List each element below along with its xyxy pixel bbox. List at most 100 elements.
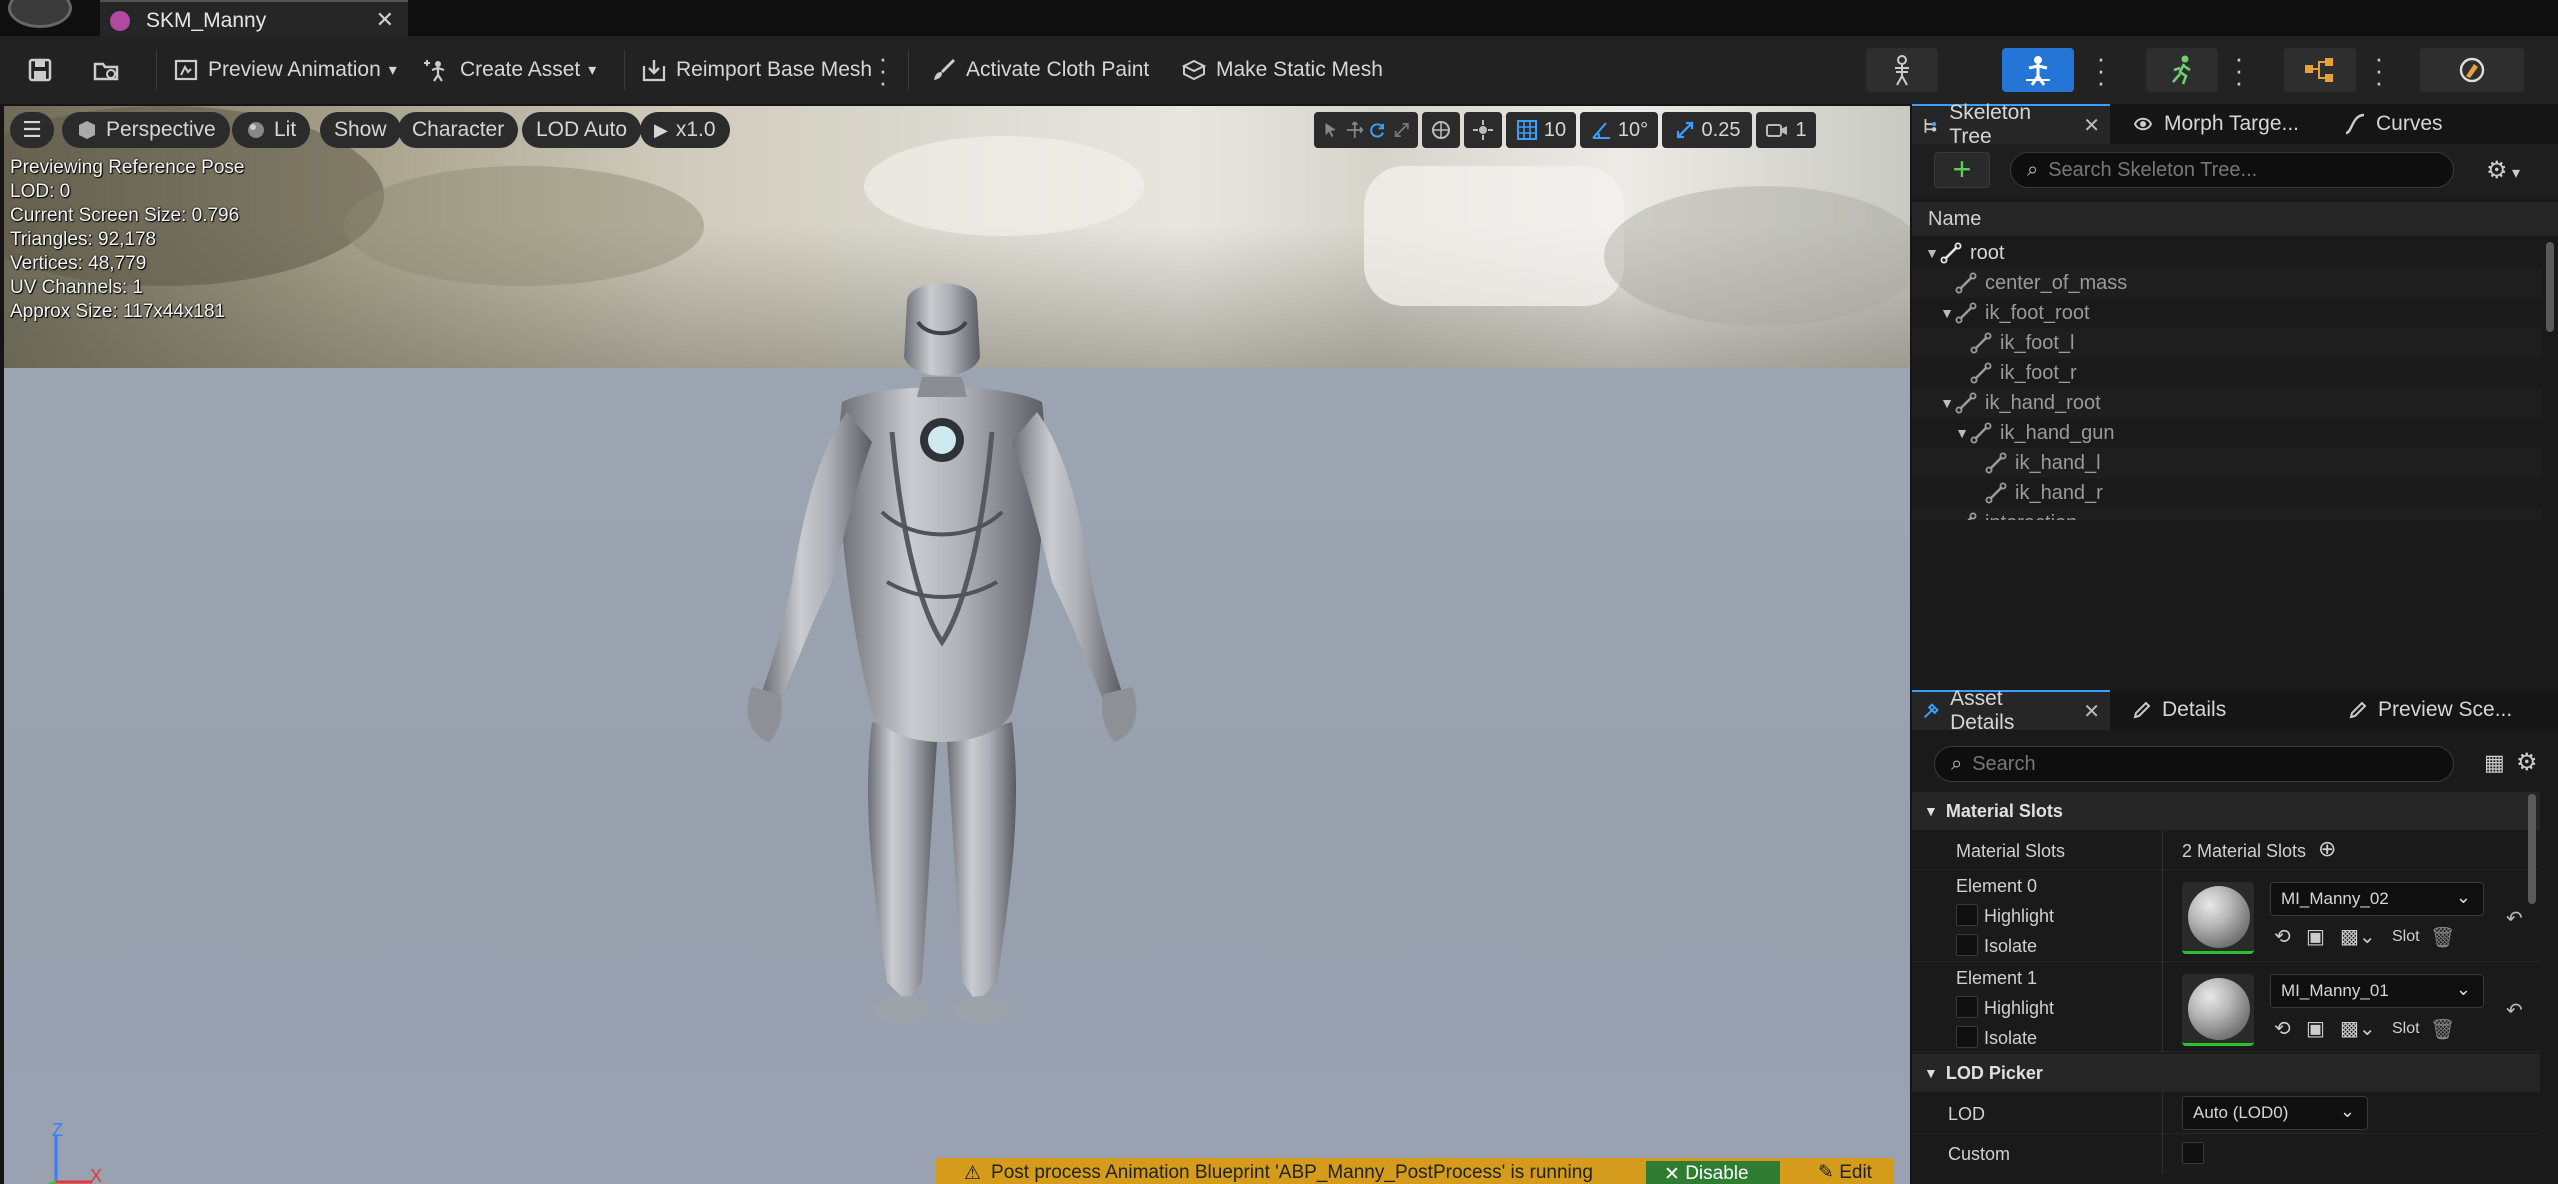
delete-icon[interactable]: 🗑 <box>2430 925 2455 950</box>
browse-button[interactable] <box>84 48 128 92</box>
table-view-icon[interactable]: ▦ <box>2484 750 2505 776</box>
grid-snap-button[interactable]: 10 <box>1506 112 1576 148</box>
show-button[interactable]: Show <box>320 112 401 148</box>
details-search-input[interactable]: ⌕ Search <box>1934 746 2454 782</box>
preview-animation-button[interactable]: Preview Animation ▾ <box>164 48 405 92</box>
use-selected-icon[interactable]: ⟲ <box>2274 1016 2291 1041</box>
blueprint-mode-button[interactable] <box>2284 48 2356 92</box>
surface-snap-button[interactable] <box>1464 112 1502 148</box>
bone-row[interactable]: interaction <box>1912 508 2542 520</box>
gear-icon[interactable]: ⚙ <box>2516 748 2538 777</box>
make-static-mesh-button[interactable]: Make Static Mesh <box>1172 48 1391 92</box>
material-thumbnail[interactable] <box>2182 882 2254 954</box>
lit-button[interactable]: Lit <box>232 112 311 148</box>
expand-arrow-icon[interactable]: ▼ <box>1939 395 1955 411</box>
delete-icon[interactable]: 🗑 <box>2430 1017 2455 1042</box>
tab-details[interactable]: Details <box>2122 690 2236 730</box>
highlight-checkbox[interactable] <box>1956 904 1978 926</box>
skeletal-mesh-mode-button[interactable] <box>2002 48 2074 92</box>
character-button[interactable]: Character <box>398 112 519 148</box>
expand-arrow-icon[interactable]: ▼ <box>1924 245 1940 261</box>
custom-lod-checkbox[interactable] <box>2182 1142 2204 1164</box>
browse-asset-icon[interactable]: ▣ <box>2306 924 2325 949</box>
skeleton-settings-button[interactable]: ⚙ ▾ <box>2486 156 2520 185</box>
material-thumbnail[interactable] <box>2182 974 2254 1046</box>
browse-asset-icon[interactable]: ▣ <box>2306 1016 2325 1041</box>
highlight-checkbox[interactable] <box>1956 996 1978 1018</box>
tab-morph-targets[interactable]: Morph Targe... <box>2122 104 2309 144</box>
close-tab-icon[interactable]: ✕ <box>2083 113 2100 138</box>
blueprint-mode-options-icon[interactable]: · · · <box>2372 45 2386 95</box>
rotation-snap-button[interactable]: 10° <box>1580 112 1658 148</box>
select-icon[interactable] <box>1322 120 1340 140</box>
material-slots-section-header[interactable]: ▼ Material Slots <box>1912 792 2540 830</box>
lod-auto-button[interactable]: LOD Auto <box>522 112 642 148</box>
tree-column-header[interactable]: Name <box>1912 202 2558 236</box>
reset-to-default-icon[interactable]: ↶ <box>2506 998 2523 1023</box>
edit-button[interactable]: ✎ Edit <box>1808 1161 1888 1184</box>
skeleton-search-input[interactable]: ⌕ Search Skeleton Tree... <box>2010 152 2454 188</box>
add-material-slot-icon[interactable]: ⊕ <box>2318 836 2336 862</box>
close-tab-icon[interactable]: ✕ <box>376 7 394 33</box>
rotate-icon[interactable] <box>1369 120 1387 140</box>
tree-scrollbar[interactable] <box>2546 242 2554 332</box>
viewport-menu-button[interactable]: ☰ <box>10 112 54 148</box>
bone-row[interactable]: ▼ ik_hand_root <box>1912 388 2542 418</box>
bone-row[interactable]: ik_foot_l <box>1912 328 2542 358</box>
material-dropdown[interactable]: MI_Manny_02 ⌄ <box>2270 882 2484 916</box>
stat-line: Triangles: 92,178 <box>10 229 157 250</box>
isolate-checkbox[interactable] <box>1956 934 1978 956</box>
reset-to-default-icon[interactable]: ↶ <box>2506 906 2523 931</box>
stat-line: LOD: 0 <box>10 181 71 202</box>
document-tab[interactable]: SKM_Manny ✕ <box>100 0 408 36</box>
tab-asset-details[interactable]: Asset Details ✕ <box>1912 687 2110 734</box>
skeleton-tree-toolbar: + ⌕ Search Skeleton Tree... ⚙ ▾ <box>1912 144 2558 196</box>
reimport-options-icon[interactable]: · · · <box>876 45 890 95</box>
animation-mode-options-icon[interactable]: · · · <box>2232 45 2246 95</box>
camera-speed-button[interactable]: 1 <box>1756 112 1816 148</box>
chevron-down-icon: ▾ <box>2507 165 2520 182</box>
scale-snap-button[interactable]: 0.25 <box>1662 112 1752 148</box>
morph-target-icon <box>2133 117 2153 131</box>
animation-mode-button[interactable] <box>2146 48 2218 92</box>
close-tab-icon[interactable]: ✕ <box>2083 699 2100 724</box>
scale-icon[interactable] <box>1393 120 1411 140</box>
physics-mode-button[interactable] <box>2420 48 2524 92</box>
bone-row[interactable]: ▼ ik_hand_gun <box>1912 418 2542 448</box>
bone-row[interactable]: ik_hand_r <box>1912 478 2542 508</box>
bone-row[interactable]: ik_foot_r <box>1912 358 2542 388</box>
details-scrollbar[interactable] <box>2528 794 2536 904</box>
bone-row[interactable]: ik_hand_l <box>1912 448 2542 478</box>
isolate-checkbox[interactable] <box>1956 1026 1978 1048</box>
material-dropdown[interactable]: MI_Manny_01 ⌄ <box>2270 974 2484 1008</box>
preview-viewport[interactable]: ☰ Perspective Lit Show Character LOD Aut… <box>4 106 1910 1184</box>
tab-skeleton-tree[interactable]: Skeleton Tree ✕ <box>1912 101 2110 148</box>
disable-button[interactable]: ✕ Disable <box>1646 1161 1780 1184</box>
activate-cloth-paint-button[interactable]: Activate Cloth Paint <box>922 48 1157 92</box>
bone-row[interactable]: center_of_mass <box>1912 268 2542 298</box>
texture-options-icon[interactable]: ▩⌄ <box>2340 1016 2376 1041</box>
translate-icon[interactable] <box>1346 120 1364 140</box>
skeleton-mode-button[interactable] <box>1866 48 1938 92</box>
tab-curves[interactable]: Curves <box>2334 104 2453 144</box>
chevron-down-icon: ▼ <box>1924 803 1938 819</box>
expand-arrow-icon[interactable]: ▼ <box>1939 305 1955 321</box>
lod-dropdown[interactable]: Auto (LOD0) ⌄ <box>2182 1096 2368 1130</box>
create-asset-icon <box>424 60 445 82</box>
lod-picker-section-header[interactable]: ▼ LOD Picker <box>1912 1054 2540 1092</box>
reimport-base-mesh-button[interactable]: Reimport Base Mesh <box>632 48 880 92</box>
expand-arrow-icon[interactable]: ▼ <box>1954 425 1970 441</box>
save-button[interactable] <box>18 48 62 92</box>
use-selected-icon[interactable]: ⟲ <box>2274 924 2291 949</box>
tab-preview-scene[interactable]: Preview Sce... <box>2338 690 2522 730</box>
bone-row[interactable]: ▼ root <box>1912 238 2542 268</box>
texture-options-icon[interactable]: ▩⌄ <box>2340 924 2376 949</box>
world-local-button[interactable] <box>1422 112 1460 148</box>
playback-speed-button[interactable]: ▶ x1.0 <box>640 112 730 148</box>
create-asset-button[interactable]: Create Asset ▾ <box>416 48 604 92</box>
add-bone-button[interactable]: + <box>1934 152 1990 188</box>
mesh-mode-options-icon[interactable]: · · · <box>2094 45 2108 95</box>
perspective-button[interactable]: Perspective <box>62 112 230 148</box>
unreal-logo-icon[interactable] <box>8 0 72 28</box>
bone-row[interactable]: ▼ ik_foot_root <box>1912 298 2542 328</box>
